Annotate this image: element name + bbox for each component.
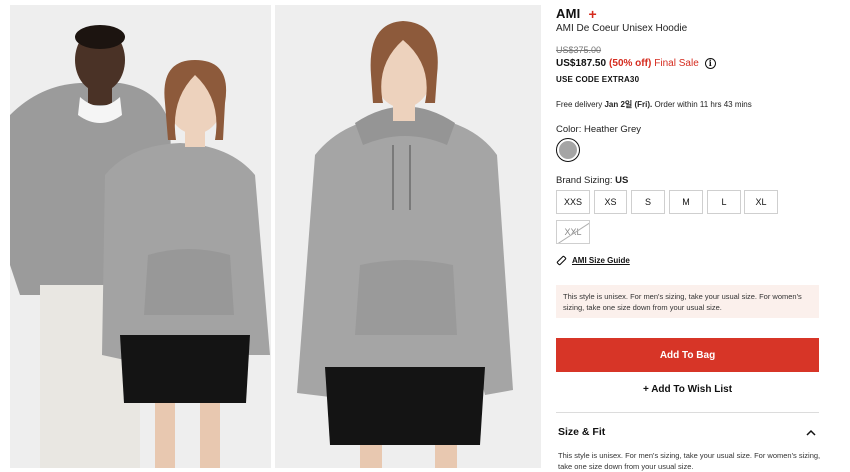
size-option-m[interactable]: M (669, 190, 703, 214)
ruler-icon (556, 255, 567, 266)
size-option-xxl-unavailable[interactable]: XXL (556, 220, 590, 244)
original-price: US$375.00 (556, 45, 602, 55)
info-icon[interactable]: i (704, 58, 716, 69)
size-fit-title: Size & Fit (558, 426, 606, 438)
size-fit-body: This style is unisex. For men's sizing, … (558, 451, 821, 471)
size-option-xxs[interactable]: XXS (556, 190, 590, 214)
brand-sizing-prefix: Brand Sizing: (556, 175, 616, 186)
delivery-prefix: Free delivery (556, 100, 605, 109)
brand-sizing-label: Brand Sizing: US (556, 175, 628, 186)
product-photo-model-single (275, 5, 541, 468)
chevron-up-icon (805, 426, 817, 438)
size-fit-accordion-header[interactable]: Size & Fit (556, 420, 819, 444)
size-option-s[interactable]: S (631, 190, 665, 214)
product-image-1[interactable] (10, 5, 271, 468)
add-to-wish-list-button[interactable]: + Add To Wish List (556, 384, 819, 395)
brand-name[interactable]: AMI (556, 6, 580, 21)
size-guide-link[interactable]: AMI Size Guide (556, 255, 630, 266)
size-option-l[interactable]: L (707, 190, 741, 214)
brand-row: AMI + (556, 6, 597, 21)
unisex-notice: This style is unisex. For men's sizing, … (556, 285, 819, 318)
size-option-xl[interactable]: XL (744, 190, 778, 214)
sale-price: US$187.50 (556, 58, 607, 69)
delivery-date: Jan 2일 (Fri). (604, 100, 653, 109)
delivery-suffix: Order within 11 hrs 43 mins (652, 100, 752, 109)
price-row: US$187.50 (50% off) Final Sale i (556, 58, 716, 69)
color-label: Color: Heather Grey (556, 124, 642, 135)
brand-sizing-value: US (615, 175, 629, 186)
swatch-fill (559, 141, 577, 159)
product-image-2[interactable] (275, 5, 541, 468)
size-option-xs[interactable]: XS (594, 190, 627, 214)
follow-brand-plus-icon[interactable]: + (588, 7, 596, 21)
promo-code: USE CODE EXTRA30 (556, 75, 640, 84)
divider (556, 412, 819, 413)
size-guide-label: AMI Size Guide (572, 256, 630, 265)
discount-percent: (50% off) (609, 58, 652, 69)
product-photo-models-pair (10, 5, 271, 468)
product-details: AMI + AMI De Coeur Unisex Hoodie US$375.… (556, 0, 820, 472)
add-to-bag-button[interactable]: Add To Bag (556, 338, 819, 372)
product-title: AMI De Coeur Unisex Hoodie (556, 23, 688, 34)
delivery-info: Free delivery Jan 2일 (Fri). Order within… (556, 99, 752, 110)
final-sale-label: Final Sale (654, 58, 699, 69)
color-swatch-heather-grey[interactable] (556, 138, 580, 162)
